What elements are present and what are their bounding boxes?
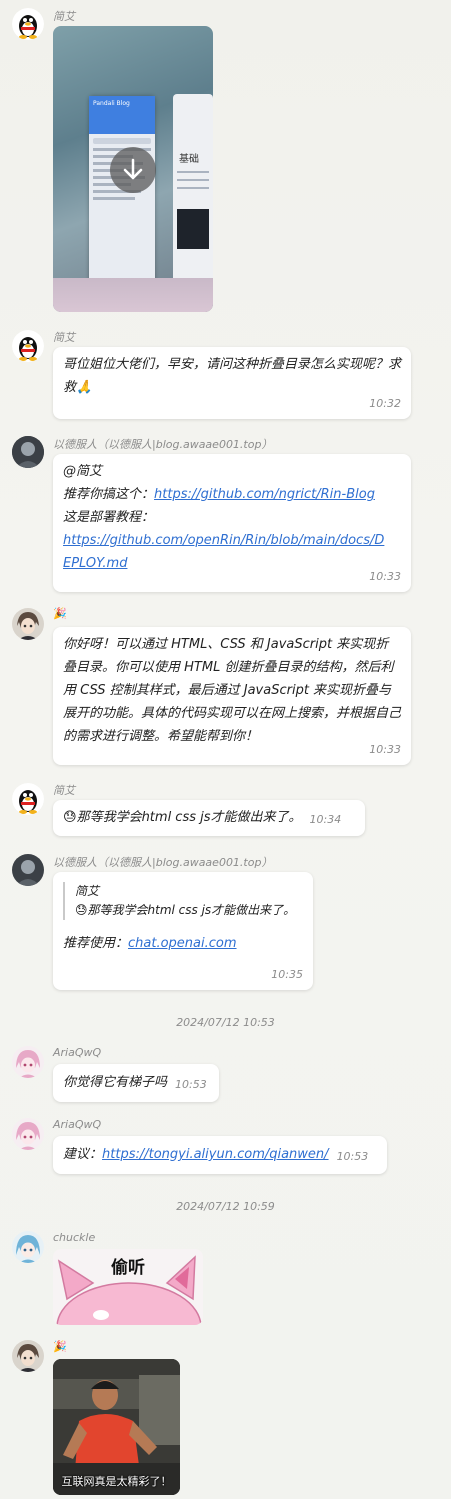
blue-anime-avatar[interactable]	[12, 1231, 44, 1263]
message-bubble[interactable]: 你觉得它有梯子吗 10:53	[53, 1064, 219, 1102]
message-text: 你觉得它有梯子吗	[63, 1075, 168, 1090]
message-time: 10:53	[336, 1150, 369, 1163]
sender-name: chuckle	[53, 1231, 96, 1244]
photo-screen-right: 基础	[173, 94, 213, 294]
sender-name: 以德服人（以德服人|blog.awaae001.top）	[53, 438, 273, 451]
pray-emoji-icon: 🙏	[76, 380, 93, 395]
sender-name: 简艾	[53, 784, 75, 797]
message-bubble[interactable]: 简艾 😓那等我学会html css js才能做出来了。 推荐使用：chat.op…	[53, 872, 313, 990]
sender-name: AriaQwQ	[53, 1046, 102, 1059]
photo-heading: 基础	[179, 154, 199, 165]
party-emoji-icon: 🎉	[53, 607, 67, 620]
message-text: 推荐你搞这个：	[63, 487, 155, 502]
user-avatar[interactable]	[12, 436, 44, 468]
sweat-emoji-icon: 😓	[75, 903, 88, 917]
message-bubble[interactable]: 建议：https://tongyi.aliyun.com/qianwen/10:…	[53, 1136, 387, 1174]
date-separator: 2024/07/12 10:53	[176, 1016, 275, 1029]
message-time: 10:33	[369, 743, 401, 756]
reply-quote[interactable]: 简艾 😓那等我学会html css js才能做出来了。	[63, 882, 303, 920]
message-bubble[interactable]: 你好呀！可以通过 HTML、CSS 和 JavaScript 来实现折叠目录。你…	[53, 627, 411, 765]
deploy-link-continued[interactable]: EPLOY.md	[63, 552, 401, 575]
meme-image[interactable]: 互联网真是太精彩了！	[53, 1359, 180, 1495]
message-text: 那等我学会html css js才能做出来了。	[76, 810, 302, 825]
chatgpt-link[interactable]: chat.openai.com	[128, 936, 237, 951]
anime-avatar[interactable]	[12, 608, 44, 640]
message-text: 这是部署教程：	[63, 510, 155, 525]
photo-attachment[interactable]: Pandali Blog 基础	[53, 26, 213, 312]
meme-caption: 互联网真是太精彩了！	[61, 1475, 172, 1488]
message-text: 建议：	[63, 1147, 103, 1162]
message-time: 10:53	[175, 1078, 207, 1091]
message-text: 你好呀！可以通过 HTML、CSS 和 JavaScript 来实现折叠目录。你…	[63, 637, 402, 744]
download-icon[interactable]	[110, 147, 156, 193]
pink-anime-avatar[interactable]	[12, 1118, 44, 1150]
mention[interactable]: @简艾	[63, 460, 401, 483]
message-time: 10:33	[369, 570, 401, 583]
photo-blog-header: Pandali Blog	[89, 96, 155, 134]
message-bubble[interactable]: 哥位姐位大佬们，早安，请问这种折叠目录怎么实现呢？求救🙏 10:32	[53, 347, 411, 419]
sweat-emoji-icon: 😓	[63, 810, 77, 825]
sender-name: 简艾	[53, 331, 75, 344]
date-separator: 2024/07/12 10:59	[176, 1200, 275, 1213]
tongyi-link[interactable]: https://tongyi.aliyun.com/qianwen/	[102, 1147, 329, 1162]
deploy-link[interactable]: https://github.com/openRin/Rin/blob/main…	[63, 529, 401, 552]
party-emoji-icon: 🎉	[53, 1340, 67, 1353]
photo-keyboard-area	[53, 278, 213, 312]
github-link[interactable]: https://github.com/ngrict/Rin-Blog	[154, 487, 375, 502]
message-time: 10:34	[309, 813, 342, 826]
anime-avatar[interactable]	[12, 1340, 44, 1372]
quote-text: 那等我学会html css js才能做出来了。	[87, 903, 296, 917]
message-time: 10:35	[271, 968, 303, 981]
message-bubble[interactable]: 😓那等我学会html css js才能做出来了。 10:34	[53, 800, 365, 836]
message-bubble[interactable]: @简艾 推荐你搞这个：https://github.com/ngrict/Rin…	[53, 454, 411, 592]
sender-name: 以德服人（以德服人|blog.awaae001.top）	[53, 856, 273, 869]
message-text: 哥位姐位大佬们，早安，请问这种折叠目录怎么实现呢？求救	[63, 357, 402, 395]
sticker-image[interactable]: 偷听	[53, 1249, 203, 1325]
message-text: 推荐使用：	[63, 936, 129, 951]
penguin-avatar-icon[interactable]	[12, 8, 44, 40]
user-avatar[interactable]	[12, 854, 44, 886]
pink-anime-avatar[interactable]	[12, 1046, 44, 1078]
sender-name: 简艾	[53, 10, 75, 23]
message-time: 10:32	[369, 397, 401, 410]
penguin-avatar-icon[interactable]	[12, 330, 44, 362]
sender-name: AriaQwQ	[53, 1118, 102, 1131]
photo-screen-left: Pandali Blog	[89, 96, 155, 296]
penguin-avatar-icon[interactable]	[12, 783, 44, 815]
quote-sender: 简艾	[75, 884, 100, 898]
